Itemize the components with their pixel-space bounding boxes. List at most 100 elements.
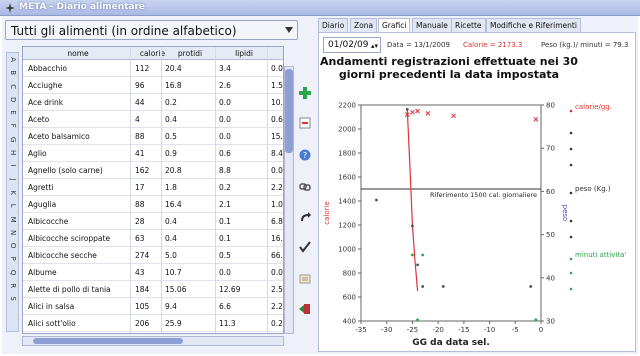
cell-extra: 0.2 bbox=[271, 319, 283, 328]
cell-extra: 6.8 bbox=[271, 217, 283, 226]
table-row[interactable]: Aguglia 88 16.4 2.1 1.0 bbox=[23, 197, 283, 213]
alphabet-letter[interactable]: R bbox=[6, 280, 19, 291]
alphabet-letter[interactable]: P bbox=[6, 254, 19, 265]
help-button[interactable]: ? bbox=[298, 148, 312, 162]
alphabet-letter[interactable]: G bbox=[6, 134, 19, 145]
cell-lipidi: 0.0 bbox=[219, 132, 231, 141]
x-tick-label: -10 bbox=[484, 326, 495, 334]
header-lipidi[interactable]: lipidi bbox=[219, 49, 269, 58]
table-row[interactable]: Albicocche secche 274 5.0 0.5 66. bbox=[23, 248, 283, 264]
table-row[interactable]: Albicocche sciroppate 63 0.4 0.1 16. bbox=[23, 231, 283, 247]
y-right-tick-label: 60 bbox=[546, 188, 555, 196]
table-row[interactable]: Ace drink 44 0.2 0.0 10. bbox=[23, 95, 283, 111]
cell-lipidi: 0.0 bbox=[219, 268, 231, 277]
alphabet-letter[interactable]: B bbox=[6, 67, 19, 78]
graphs-panel: 01/02/09 ▴▾ Data = 13/1/2009 Calorie = 2… bbox=[318, 32, 636, 352]
table-header: nome calorie protidi lipidi bbox=[23, 47, 283, 60]
header-protidi[interactable]: protidi bbox=[165, 49, 215, 58]
table-horizontal-scrollbar[interactable] bbox=[22, 336, 284, 346]
cell-lipidi: 3.4 bbox=[219, 64, 231, 73]
cell-lipidi: 12.69 bbox=[219, 285, 241, 294]
cell-extra: 15. bbox=[271, 132, 283, 141]
column-divider bbox=[161, 47, 162, 333]
legend-marker bbox=[569, 271, 573, 275]
alphabet-letter[interactable]: C bbox=[6, 81, 19, 92]
table-row[interactable]: Alici in salsa 105 9.4 6.6 2.2 bbox=[23, 299, 283, 315]
tab-manuale[interactable]: Manuale bbox=[412, 18, 452, 32]
x-tick-label: -30 bbox=[381, 326, 392, 334]
exit-icon bbox=[299, 304, 310, 314]
x-tick-label: 0 bbox=[539, 326, 543, 334]
table-row[interactable]: Aceto 4 0.4 0.0 0.6 bbox=[23, 112, 283, 128]
redo-button[interactable] bbox=[298, 210, 312, 224]
alphabet-letter[interactable]: N bbox=[6, 227, 19, 238]
cell-extra: 2.5 bbox=[271, 285, 283, 294]
table-row[interactable]: Agretti 17 1.8 0.2 2.2 bbox=[23, 180, 283, 196]
tab-zona[interactable]: Zona bbox=[350, 18, 378, 32]
scrollbar-thumb[interactable] bbox=[285, 69, 293, 153]
legend-minuti: minuti attivita' bbox=[575, 251, 627, 259]
y-left-tick-label: 2200 bbox=[338, 102, 356, 110]
edit-button[interactable] bbox=[298, 272, 312, 286]
alphabet-letter[interactable]: M bbox=[6, 214, 19, 225]
table-row[interactable]: Albicocche 28 0.4 0.1 6.8 bbox=[23, 214, 283, 230]
cell-nome: Aguglia bbox=[28, 200, 57, 209]
link-button[interactable] bbox=[298, 180, 312, 194]
cell-protidi: 0.4 bbox=[165, 217, 177, 226]
alphabet-letter[interactable]: I bbox=[6, 161, 19, 172]
legend-peso: peso (Kg.) bbox=[575, 185, 611, 193]
exit-button[interactable] bbox=[298, 302, 312, 316]
alphabet-letter[interactable]: L bbox=[6, 200, 19, 211]
table-vertical-scrollbar[interactable] bbox=[284, 66, 294, 334]
cell-nome: Agnello (solo carne) bbox=[28, 166, 103, 175]
cell-lipidi: 0.5 bbox=[219, 251, 231, 260]
alphabet-index[interactable]: ABCDEFGHIJKLMNOPQRS bbox=[6, 52, 19, 332]
cell-nome: Agretti bbox=[28, 183, 54, 192]
add-button[interactable] bbox=[298, 86, 312, 100]
chart: -35 -30 -25 -20 -15 -10 -5 0 400 600 800 1000 1200 14… bbox=[323, 102, 573, 348]
table-row[interactable]: Abbacchio 112 20.4 3.4 0.0 bbox=[23, 61, 283, 77]
alphabet-letter[interactable]: Q bbox=[6, 267, 19, 278]
table-row[interactable]: Alici sott'olio 206 25.9 11.3 0.2 bbox=[23, 316, 283, 332]
alphabet-letter[interactable]: F bbox=[6, 121, 19, 132]
y-right-tick-label: 70 bbox=[546, 145, 555, 153]
cell-protidi: 25.9 bbox=[165, 319, 182, 328]
table-row[interactable]: Albume 43 10.7 0.0 0.0 bbox=[23, 265, 283, 281]
table-row[interactable]: Aceto balsamico 88 0.5 0.0 15. bbox=[23, 129, 283, 145]
cell-nome: Albicocche bbox=[28, 217, 69, 226]
y-right-tick-label: 30 bbox=[546, 318, 555, 326]
table-row[interactable]: Agnello (solo carne) 162 20.8 8.8 0.0 bbox=[23, 163, 283, 179]
alphabet-letter[interactable]: D bbox=[6, 94, 19, 105]
header-nome[interactable]: nome bbox=[28, 49, 128, 58]
alphabet-letter[interactable]: O bbox=[6, 240, 19, 251]
food-filter-select[interactable]: Tutti gli alimenti (in ordine alfabetico… bbox=[5, 20, 298, 40]
tab-grafici[interactable]: Grafici bbox=[378, 18, 411, 33]
y-left-tick-label: 400 bbox=[343, 318, 356, 326]
tab-ricette[interactable]: Ricette bbox=[451, 18, 486, 32]
alphabet-letter[interactable]: S bbox=[6, 293, 19, 304]
scrollbar-thumb[interactable] bbox=[33, 338, 183, 344]
remove-button[interactable] bbox=[298, 116, 312, 130]
alphabet-letter[interactable]: H bbox=[6, 147, 19, 158]
legend-calorie: calorie/gg. bbox=[575, 103, 612, 111]
cell-nome: Albicocche sciroppate bbox=[28, 234, 111, 243]
cell-nome: Abbacchio bbox=[28, 64, 67, 73]
legend-marker bbox=[569, 163, 573, 167]
cell-lipidi: 6.6 bbox=[219, 302, 231, 311]
table-row[interactable]: Acciughe 96 16.8 2.6 1.5 bbox=[23, 78, 283, 94]
alphabet-letter[interactable]: K bbox=[6, 187, 19, 198]
cell-protidi: 10.7 bbox=[165, 268, 182, 277]
alphabet-letter[interactable]: A bbox=[6, 54, 19, 65]
confirm-button[interactable] bbox=[298, 240, 312, 254]
alphabet-letter[interactable]: J bbox=[6, 174, 19, 185]
cell-protidi: 20.8 bbox=[165, 166, 182, 175]
data-point-peso bbox=[411, 224, 414, 228]
tab-modifiche-riferimenti[interactable]: Modifiche e Riferimenti bbox=[486, 18, 581, 32]
legend-marker bbox=[569, 147, 573, 151]
table-row[interactable]: Alette di pollo di tania 184 15.06 12.69 2.5 bbox=[23, 282, 283, 298]
cell-nome: Albicocche secche bbox=[28, 251, 97, 260]
tab-diario[interactable]: Diario bbox=[318, 18, 349, 32]
cell-extra: 0.0 bbox=[271, 64, 283, 73]
table-row[interactable]: Aglio 41 0.9 0.6 8.4 bbox=[23, 146, 283, 162]
alphabet-letter[interactable]: E bbox=[6, 107, 19, 118]
